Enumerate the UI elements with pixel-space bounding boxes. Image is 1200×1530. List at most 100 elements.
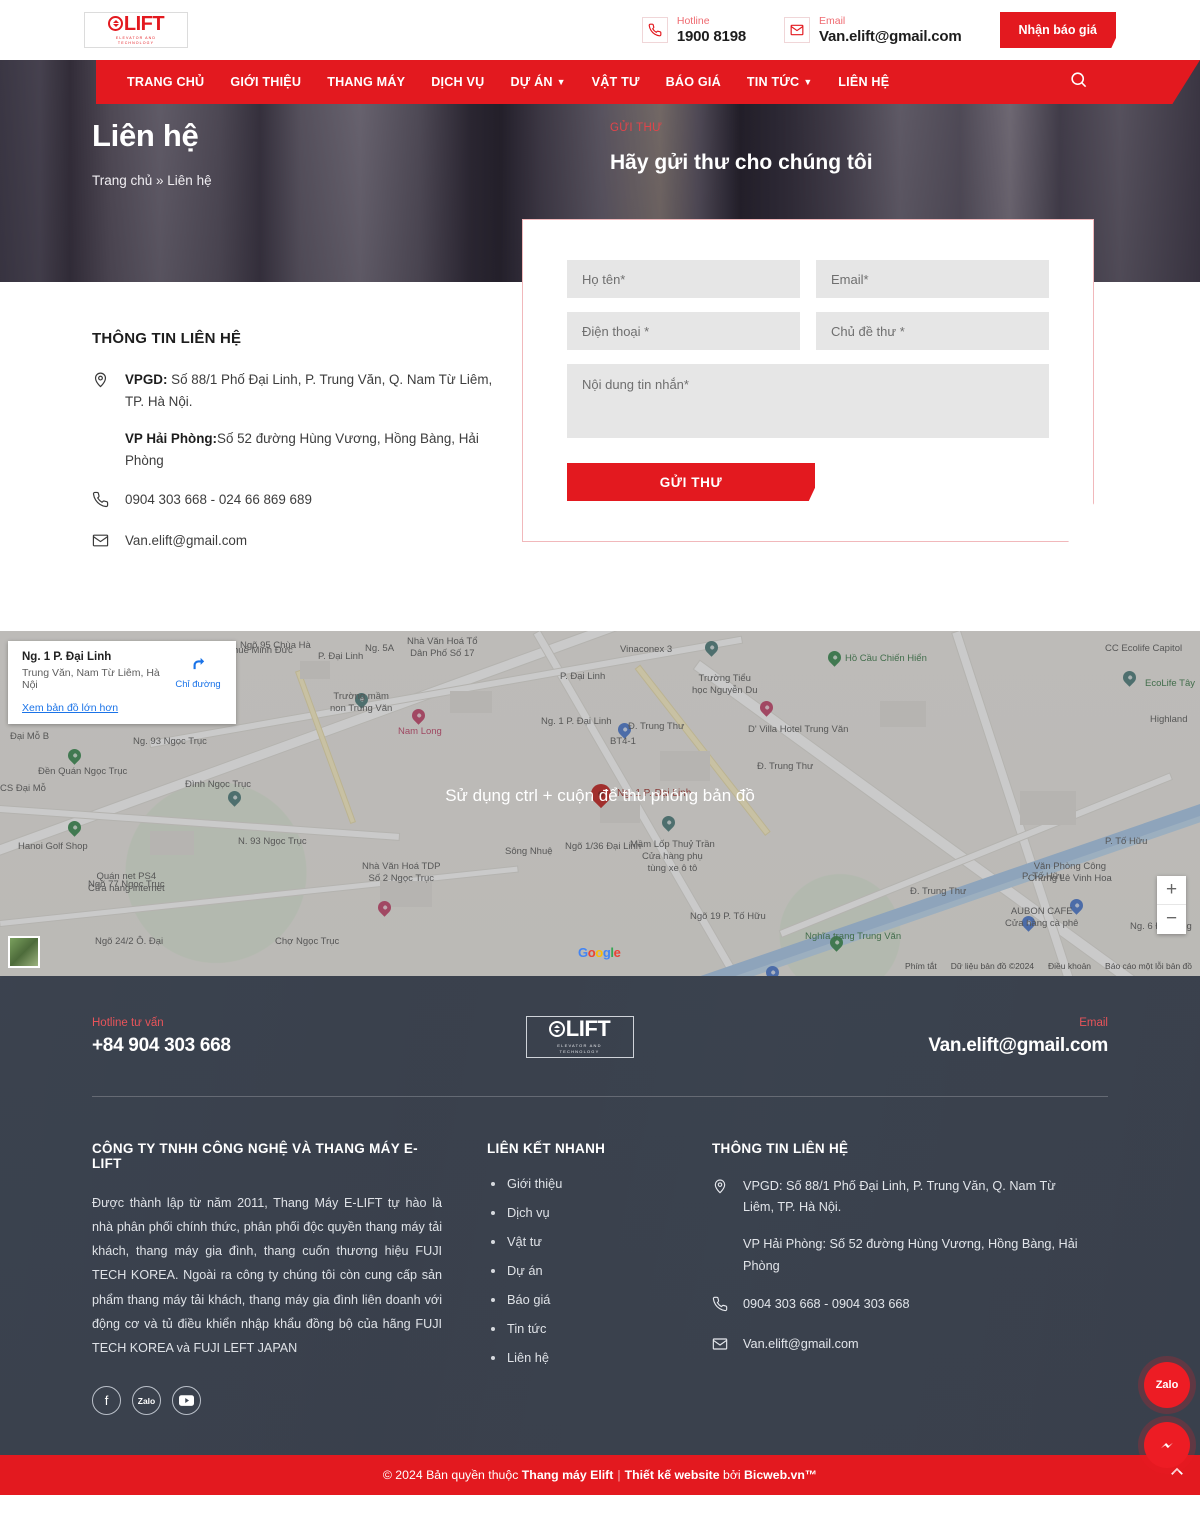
phone-input[interactable] bbox=[567, 312, 800, 350]
footer-contact-column: THÔNG TIN LIÊN HỆ VPGD: Số 88/1 Phố Đại … bbox=[712, 1141, 1082, 1415]
youtube-icon[interactable] bbox=[172, 1386, 201, 1416]
contact-email-row[interactable]: Van.elift@gmail.com bbox=[92, 530, 514, 554]
zalo-icon[interactable]: Zalo bbox=[132, 1386, 161, 1416]
map-link-data: Dữ liệu bản đồ ©2024 bbox=[950, 960, 1035, 971]
footer-quicklinks-title: LIÊN KẾT NHANH bbox=[487, 1140, 606, 1156]
footer-hotline-label: Hotline tư vấn bbox=[92, 1016, 164, 1029]
google-map[interactable]: Ng. 1 P. Đại Linh Ngõ 95 Chùa Hà huế Minh… bbox=[0, 630, 1200, 976]
message-textarea[interactable] bbox=[567, 364, 1049, 438]
location-pin-icon bbox=[712, 1176, 730, 1199]
map-link-shortcuts[interactable]: Phím tắt bbox=[905, 961, 937, 971]
logo-tagline-line2: TECHNOLOGY bbox=[117, 41, 155, 45]
submit-form-button[interactable]: GỬI THƯ bbox=[567, 463, 815, 501]
map-place-card[interactable]: Ng. 1 P. Đại Linh Trung Văn, Nam Từ Liêm… bbox=[8, 640, 236, 724]
view-larger-map-link[interactable]: Xem bản đồ lớn hơn bbox=[22, 702, 172, 714]
header-hotline[interactable]: Hotline 1900 8198 bbox=[641, 15, 746, 45]
mail-icon bbox=[92, 530, 111, 554]
map-link-report[interactable]: Báo cáo một lỗi bản đồ bbox=[1105, 961, 1192, 971]
footer-hotline-value: +84 904 303 668 bbox=[92, 1034, 231, 1056]
contact-phone-row[interactable]: 0904 303 668 - 024 66 869 689 bbox=[92, 489, 514, 513]
form-kicker: GỬI THƯ bbox=[610, 122, 663, 134]
subject-input[interactable] bbox=[816, 312, 1049, 350]
map-place-address: Trung Văn, Nam Từ Liêm, Hà Nội bbox=[22, 666, 160, 691]
main-navigation: TRANG CHỦ GIỚI THIỆU THANG MÁY DỊCH VỤ D… bbox=[96, 60, 1200, 104]
zalo-float-button[interactable]: Zalo bbox=[1144, 1362, 1190, 1408]
copyright-prefix: © 2024 Bản quyền thuộc bbox=[382, 1468, 522, 1483]
nav-item-thang-may[interactable]: THANG MÁY bbox=[327, 75, 405, 89]
footer-link-bao-gia[interactable]: Báo giá bbox=[487, 1292, 712, 1307]
footer-email[interactable]: Email Van.elift@gmail.com bbox=[928, 1017, 1108, 1057]
contact-info-block: THÔNG TIN LIÊN HỆ VPGD: Số 88/1 Phố Đại … bbox=[84, 282, 514, 554]
form-subtitle: Hãy gửi thư cho chúng tôi bbox=[610, 151, 873, 174]
logo-tagline: ELEVATOR AND TECHNOLOGY bbox=[116, 36, 156, 46]
footer-link-tin-tuc[interactable]: Tin tức bbox=[487, 1321, 712, 1336]
copyright-brand: Thang máy Elift bbox=[521, 1468, 614, 1483]
footer-link-du-an[interactable]: Dự án bbox=[487, 1263, 712, 1278]
footer-link-dich-vu[interactable]: Dịch vụ bbox=[487, 1205, 712, 1220]
get-quote-button[interactable]: Nhận báo giá bbox=[999, 12, 1116, 48]
messenger-icon bbox=[1161, 1442, 1173, 1449]
footer-address-row: VPGD: Số 88/1 Phố Đại Linh, P. Trung Văn… bbox=[712, 1176, 1082, 1277]
footer-link-lien-he[interactable]: Liên hệ bbox=[487, 1350, 712, 1365]
footer-email-row[interactable]: Van.elift@gmail.com bbox=[712, 1334, 1082, 1357]
nav-item-bao-gia[interactable]: BÁO GIÁ bbox=[666, 75, 721, 89]
email-input[interactable] bbox=[816, 260, 1049, 298]
footer-email-value: Van.elift@gmail.com bbox=[928, 1034, 1108, 1056]
copyright-design-label: Thiết kế website bbox=[624, 1468, 720, 1483]
directions-arrow-icon bbox=[193, 657, 204, 669]
nav-item-gioi-thieu[interactable]: GIỚI THIỆU bbox=[230, 75, 301, 89]
map-satellite-thumbnail[interactable] bbox=[8, 935, 40, 968]
map-directions-label: Chỉ đường bbox=[175, 678, 221, 690]
nav-list: TRANG CHỦ GIỚI THIỆU THANG MÁY DỊCH VỤ D… bbox=[114, 73, 902, 91]
page-title: Liên hệ bbox=[92, 118, 199, 153]
nav-item-lien-he[interactable]: LIÊN HỆ bbox=[838, 75, 889, 89]
map-zoom-in-button[interactable]: + bbox=[1157, 876, 1186, 905]
address-label-vpgd: VPGD: bbox=[125, 372, 168, 387]
hotline-value: 1900 8198 bbox=[676, 27, 746, 45]
footer-phone-value: 0904 303 668 - 0904 303 668 bbox=[743, 1297, 910, 1312]
footer-logo-wordmark: LIFT bbox=[548, 1018, 611, 1040]
search-icon[interactable] bbox=[1069, 70, 1088, 94]
contact-address-row: VPGD: Số 88/1 Phố Đại Linh, P. Trung Văn… bbox=[92, 369, 514, 472]
contact-section: THÔNG TIN LIÊN HỆ VPGD: Số 88/1 Phố Đại … bbox=[0, 219, 1200, 631]
footer-link-vat-tu[interactable]: Vật tư bbox=[487, 1234, 712, 1249]
footer-logo-tagline-line2: TECHNOLOGY bbox=[559, 1049, 600, 1055]
footer-logo[interactable]: LIFT ELEVATOR AND TECHNOLOGY bbox=[525, 1015, 634, 1058]
map-scroll-hint: Sử dụng ctrl + cuộn để thu phóng bản đồ bbox=[445, 785, 755, 805]
nav-item-vat-tu[interactable]: VẬT TƯ bbox=[592, 75, 640, 89]
nav-item-du-an[interactable]: DỰ ÁN bbox=[510, 75, 552, 89]
phone-icon bbox=[641, 17, 668, 43]
name-input[interactable] bbox=[567, 260, 800, 298]
map-zoom-out-button[interactable]: − bbox=[1157, 905, 1186, 934]
map-link-terms[interactable]: Điều khoản bbox=[1048, 961, 1091, 971]
elevator-badge-icon bbox=[107, 16, 123, 32]
map-directions-button[interactable]: Chỉ đường bbox=[172, 651, 224, 714]
footer-about-title: CÔNG TY TNHH CÔNG NGHỆ VÀ THANG MÁY E-LI… bbox=[92, 1140, 418, 1171]
copyright-by: bởi bbox=[719, 1468, 745, 1483]
nav-item-dich-vu[interactable]: DỊCH VỤ bbox=[431, 75, 484, 89]
facebook-icon[interactable]: f bbox=[92, 1386, 121, 1416]
breadcrumb: Trang chủ » Liên hệ bbox=[92, 173, 212, 188]
google-logo: Google bbox=[578, 944, 621, 960]
email-value: Van.elift@gmail.com bbox=[818, 27, 962, 45]
chevron-down-icon: ▼ bbox=[803, 77, 813, 87]
footer-logo-tagline: ELEVATOR AND TECHNOLOGY bbox=[557, 1043, 601, 1055]
copyright-vendor[interactable]: Bicweb.vn™ bbox=[744, 1468, 817, 1482]
site-logo[interactable]: LIFT ELEVATOR AND TECHNOLOGY bbox=[84, 12, 188, 48]
footer-quicklinks-list: Giới thiệu Dịch vụ Vật tư Dự án Báo giá … bbox=[487, 1176, 712, 1365]
contact-phone-value: 0904 303 668 - 024 66 869 689 bbox=[125, 491, 312, 507]
mail-icon bbox=[712, 1334, 730, 1357]
map-zoom-controls[interactable]: + − bbox=[1157, 875, 1186, 934]
messenger-float-button[interactable] bbox=[1144, 1422, 1190, 1468]
footer-address-haiphong: VP Hải Phòng: Số 52 đường Hùng Vương, Hồ… bbox=[743, 1237, 1078, 1273]
nav-item-tin-tuc[interactable]: TIN TỨC bbox=[747, 75, 799, 89]
footer-email-address: Van.elift@gmail.com bbox=[743, 1337, 859, 1352]
nav-item-trang-chu[interactable]: TRANG CHỦ bbox=[127, 75, 204, 89]
mail-icon bbox=[783, 17, 810, 43]
footer-hotline[interactable]: Hotline tư vấn +84 904 303 668 bbox=[92, 1017, 231, 1057]
footer-phone-row[interactable]: 0904 303 668 - 0904 303 668 bbox=[712, 1294, 1082, 1317]
footer-email-label: Email bbox=[1079, 1016, 1108, 1029]
header-email[interactable]: Email Van.elift@gmail.com bbox=[783, 15, 962, 45]
footer-top-row: Hotline tư vấn +84 904 303 668 LIFT ELEV… bbox=[92, 1015, 1108, 1096]
footer-link-gioi-thieu[interactable]: Giới thiệu bbox=[487, 1176, 712, 1191]
